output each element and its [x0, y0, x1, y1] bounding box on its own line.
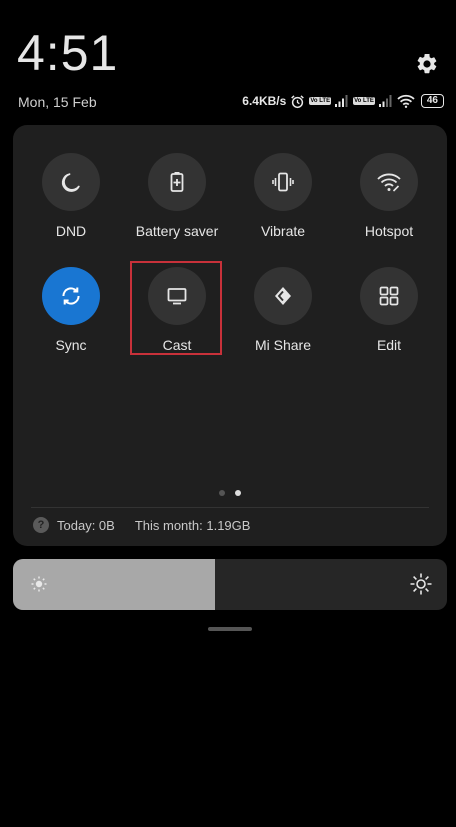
wifi-icon — [397, 94, 415, 108]
data-usage-row[interactable]: ? Today: 0B This month: 1.19GB — [33, 515, 250, 535]
page-indicator — [13, 490, 447, 496]
tile-dnd[interactable]: DND — [21, 153, 121, 239]
tile-battery-saver[interactable]: Battery saver — [127, 153, 227, 239]
clock-time: 4:51 — [17, 25, 119, 81]
tile-label: DND — [55, 223, 87, 239]
brightness-high-icon — [410, 573, 432, 595]
alarm-icon — [291, 94, 305, 108]
page-dot-1[interactable] — [219, 490, 225, 496]
signal-icon-2 — [378, 95, 392, 107]
grid-icon — [379, 286, 399, 306]
tile-label: Edit — [376, 337, 402, 353]
brightness-low-icon — [31, 576, 47, 592]
settings-button[interactable] — [414, 51, 440, 77]
notification-shade: 4:51 Mon, 15 Feb 6.4KB/s Vo LTE Vo LTE 4… — [0, 0, 456, 827]
cast-highlight-box — [130, 261, 222, 355]
volte-badge-2: Vo LTE — [353, 97, 375, 105]
vibrate-toggle[interactable] — [254, 153, 312, 211]
tile-hotspot[interactable]: Hotspot — [339, 153, 439, 239]
battery-saver-toggle[interactable] — [148, 153, 206, 211]
volte-badge: Vo LTE — [309, 97, 332, 105]
tile-label: Hotspot — [364, 223, 414, 239]
tile-vibrate[interactable]: Vibrate — [233, 153, 333, 239]
sync-toggle[interactable] — [42, 267, 100, 325]
data-today: Today: 0B — [57, 517, 115, 533]
tile-mi-share[interactable]: Mi Share — [233, 267, 333, 353]
vibrate-icon — [272, 172, 294, 192]
dnd-toggle[interactable] — [42, 153, 100, 211]
gear-icon — [417, 53, 437, 74]
brightness-slider[interactable] — [13, 559, 447, 610]
moon-icon — [61, 173, 80, 192]
battery-indicator: 46 — [420, 94, 444, 108]
quick-settings-panel: DND Battery saver Vibrate Hotspot Sync C… — [13, 125, 447, 546]
divider — [31, 507, 429, 508]
network-speed: 6.4KB/s — [242, 94, 287, 108]
signal-icon — [335, 95, 348, 107]
page-dot-2[interactable] — [235, 490, 241, 496]
tile-label: Sync — [55, 337, 87, 353]
help-icon: ? — [33, 517, 49, 533]
battery-plus-icon — [170, 172, 184, 192]
tile-label: Mi Share — [254, 337, 312, 353]
panel-drag-handle[interactable] — [208, 627, 252, 631]
status-icons: 6.4KB/s Vo LTE Vo LTE 46 — [242, 92, 444, 110]
tile-label: Battery saver — [135, 223, 219, 239]
tile-edit[interactable]: Edit — [339, 267, 439, 353]
data-this-month: This month: 1.19GB — [134, 517, 251, 533]
date-label: Mon, 15 Feb — [18, 94, 97, 110]
sync-icon — [62, 287, 80, 305]
mi-share-icon — [275, 287, 291, 305]
tile-sync[interactable]: Sync — [21, 267, 121, 353]
mi-share-toggle[interactable] — [254, 267, 312, 325]
edit-toggle[interactable] — [360, 267, 418, 325]
hotspot-toggle[interactable] — [360, 153, 418, 211]
hotspot-icon — [377, 173, 401, 192]
tile-label: Vibrate — [260, 223, 306, 239]
